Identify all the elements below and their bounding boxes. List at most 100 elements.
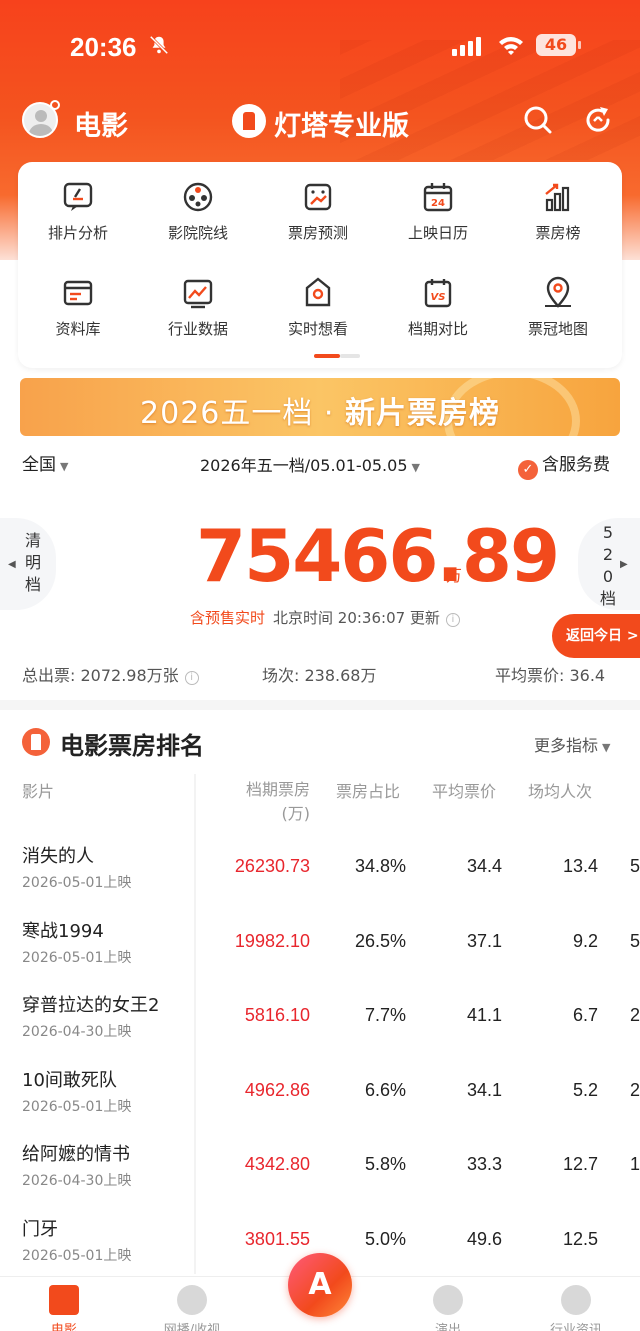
news-tab-icon: [561, 1285, 591, 1315]
cell-box-office: 19982.10: [234, 930, 310, 951]
banner-prefix: 2026五一档 ·: [140, 396, 345, 431]
cell-box-office: 5816.10: [244, 1005, 310, 1025]
center-action-button[interactable]: A: [288, 1253, 352, 1317]
cell-avg-people: 12.5: [562, 1228, 598, 1249]
tab-news[interactable]: 行业资讯: [526, 1285, 626, 1331]
tab-streaming[interactable]: 网播/收视: [142, 1285, 242, 1331]
region-label: 全国: [22, 455, 56, 475]
col-header-avg-people[interactable]: 场均人次: [528, 778, 592, 802]
bell-muted-icon: [149, 35, 169, 55]
table-row[interactable]: 消失的人 2026-05-01上映 26230.73 34.8% 34.4 13.4 5: [0, 842, 640, 916]
industry-data-icon: [183, 279, 213, 309]
refresh-icon[interactable]: [582, 104, 614, 136]
cell-truncated: 2: [630, 1079, 640, 1100]
menu-database[interactable]: 资料库: [18, 276, 138, 356]
cell-share: 34.8%: [354, 856, 406, 876]
release-date: 2026-04-30上映: [22, 1024, 132, 1040]
table-row[interactable]: 穿普拉达的女王2 2026-04-30上映 5816.10 7.7% 41.1 6.7 2: [0, 991, 640, 1065]
more-metrics-button[interactable]: 更多指标 ▼: [534, 732, 610, 756]
caret-down-icon: ▼: [60, 460, 69, 473]
menu-label: 影院院线: [167, 224, 228, 242]
cell-truncated: 5: [630, 930, 640, 951]
total-tickets: 总出票: 2072.98万张 i: [22, 662, 199, 686]
film-name: 给阿嬷的情书: [22, 1144, 130, 1165]
cell-avg-price: 41.1: [466, 1005, 502, 1025]
champion-map-icon: [545, 276, 571, 308]
presale-label: 含预售实时: [190, 609, 266, 627]
menu-label: 资料库: [55, 320, 101, 338]
service-fee-label: 含服务费: [542, 455, 610, 475]
search-icon[interactable]: [522, 104, 554, 136]
cell-box-office: 4342.80: [244, 1154, 310, 1174]
page-title[interactable]: 电影: [74, 104, 128, 143]
schedule-analysis-icon: [63, 182, 93, 211]
menu-industry-data[interactable]: 行业数据: [138, 276, 258, 356]
movie-tab-icon: [49, 1285, 79, 1315]
total-shows: 场次: 238.68万: [262, 666, 377, 685]
menu-period-compare[interactable]: VS 档期对比: [378, 276, 498, 356]
cell-avg-people: 12.7: [562, 1154, 598, 1174]
menu-label: 排片分析: [47, 224, 108, 242]
database-icon: [63, 280, 93, 306]
cell-avg-people: 6.7: [572, 1005, 598, 1025]
film-name: 10间敢死队: [22, 1069, 117, 1091]
caret-down-icon: ▼: [411, 461, 420, 474]
menu-label: 实时想看: [287, 320, 348, 338]
cell-avg-people: 9.2: [572, 930, 598, 951]
table-row[interactable]: 10间敢死队 2026-05-01上映 4962.86 6.6% 34.1 5.2 2: [0, 1066, 640, 1140]
box-office-unit: 万: [446, 566, 463, 585]
menu-realtime-want[interactable]: 实时想看: [258, 276, 378, 356]
update-time: 北京时间 20:36:07 更新: [273, 609, 440, 627]
cell-share: 26.5%: [354, 930, 406, 951]
status-time: 20:36: [70, 32, 137, 62]
menu-champion-map[interactable]: 票冠地图: [498, 276, 618, 356]
info-icon[interactable]: i: [184, 671, 199, 685]
period-select[interactable]: 2026年五一档/05.01-05.05 ▼: [200, 452, 420, 476]
service-fee-toggle[interactable]: ✓ 含服务费: [518, 450, 610, 480]
menu-label: 票房榜: [535, 224, 581, 242]
table-row[interactable]: 给阿嬷的情书 2026-04-30上映 4342.80 5.8% 33.3 12.7 1: [0, 1140, 640, 1214]
page-indicator: [340, 354, 360, 358]
region-select[interactable]: 全国 ▼: [22, 450, 68, 475]
promo-banner[interactable]: 2026五一档 · 新片票房榜: [20, 378, 620, 436]
avatar-status-dot: [50, 100, 60, 110]
menu-box-office-forecast[interactable]: 票房预测: [258, 180, 378, 260]
cell-avg-people: 5.2: [572, 1079, 598, 1100]
side-char: 档: [25, 575, 42, 594]
side-char: 明: [25, 553, 42, 572]
wifi-icon: [499, 37, 523, 55]
calendar-badge: 24: [431, 198, 445, 209]
release-date: 2026-05-01上映: [22, 875, 132, 891]
cell-avg-people: 13.4: [562, 856, 598, 876]
avg-ticket-price: 平均票价: 36.4: [495, 666, 606, 685]
menu-label: 票冠地图: [527, 320, 588, 338]
return-today-button[interactable]: 返回今日 >: [552, 614, 640, 658]
cell-share: 5.0%: [364, 1228, 406, 1249]
tab-movie[interactable]: 电影: [14, 1285, 114, 1331]
col-header-avg-price[interactable]: 平均票价: [432, 778, 496, 802]
next-period-tab[interactable]: ▶ 5 2 0 档: [578, 518, 640, 610]
cell-avg-price: 34.1: [466, 1079, 502, 1100]
cell-avg-price: 33.3: [466, 1154, 502, 1174]
battery-icon: 46: [536, 34, 581, 56]
menu-release-calendar[interactable]: 24 上映日历: [378, 180, 498, 260]
menu-cinema-chain[interactable]: 影院院线: [138, 180, 258, 260]
col-header-box-office[interactable]: 档期票房 (万): [236, 778, 310, 826]
menu-schedule-analysis[interactable]: 排片分析: [18, 180, 138, 260]
play-tab-icon: [177, 1285, 207, 1315]
tab-show[interactable]: 演出: [398, 1285, 498, 1331]
cell-truncated: 1: [630, 1154, 640, 1174]
table-row[interactable]: 寒战1994 2026-05-01上映 19982.10 26.5% 37.1 9.2 5: [0, 917, 640, 991]
cinema-chain-icon: [183, 182, 213, 212]
period-compare-icon: VS: [424, 279, 452, 308]
prev-period-tab[interactable]: ◀ 清 明 档: [0, 518, 56, 610]
feature-menu: 排片分析 影院院线 票房预测 24 上映日历 票房榜 资料库 行业数据 实时想看…: [18, 162, 622, 368]
caret-down-icon: ▼: [602, 741, 611, 754]
menu-box-office-chart[interactable]: 票房榜: [498, 180, 618, 260]
compare-badge: VS: [431, 292, 446, 303]
period-label: 2026年五一档/05.01-05.05: [200, 456, 408, 475]
info-icon[interactable]: i: [445, 613, 460, 627]
page-indicator-active: [314, 354, 340, 358]
col-header-share[interactable]: 票房占比: [336, 778, 400, 802]
release-date: 2026-04-30上映: [22, 1173, 132, 1189]
